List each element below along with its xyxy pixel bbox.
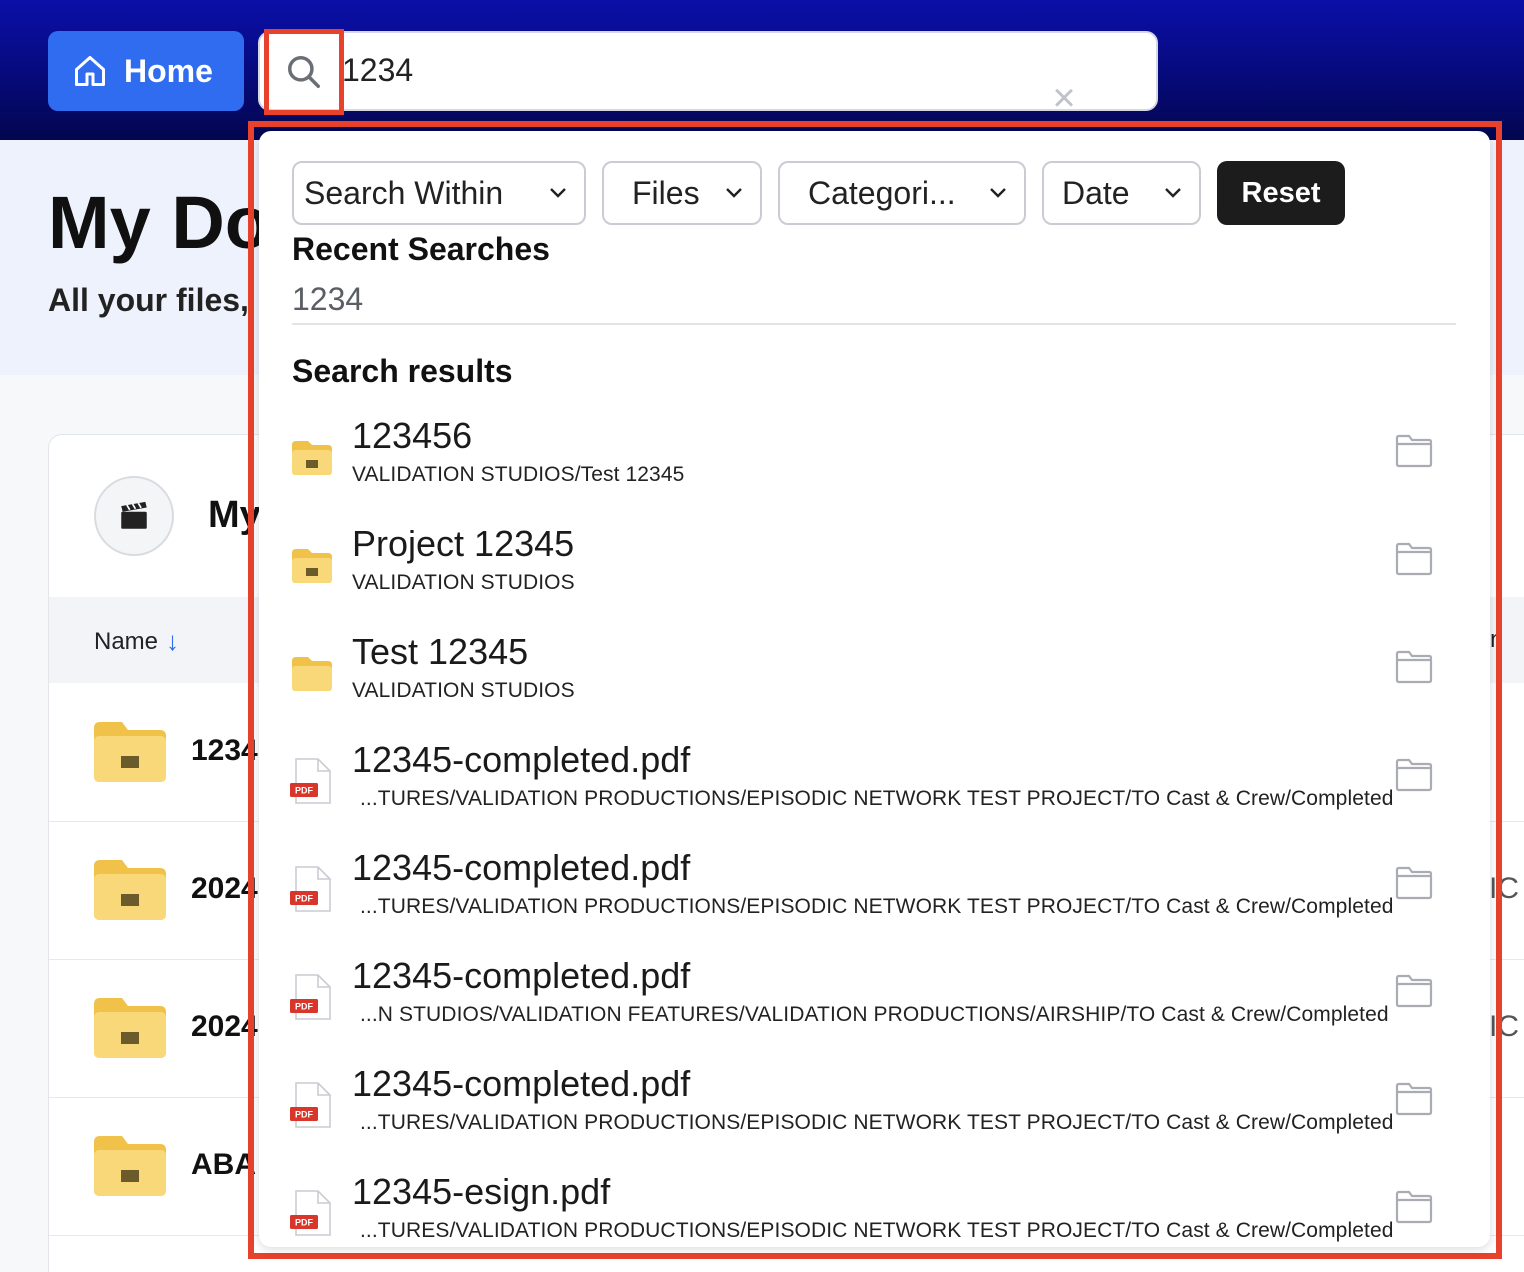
search-result-item[interactable]: Test 12345 VALIDATION STUDIOS — [284, 631, 1464, 739]
recent-searches-heading: Recent Searches — [292, 231, 550, 267]
clapperboard-icon — [121, 501, 147, 529]
folder-icon — [94, 1136, 166, 1201]
name-column-label: Name — [94, 627, 159, 655]
clear-search-icon[interactable]: × — [1046, 78, 1082, 118]
open-folder-icon[interactable] — [1394, 433, 1434, 469]
folder-icon — [94, 722, 166, 787]
open-folder-icon[interactable] — [1394, 757, 1434, 793]
sort-down-icon[interactable]: ↓ — [166, 626, 179, 657]
result-name: 12345-completed.pdf — [352, 847, 691, 888]
chevron-down-icon — [726, 188, 742, 198]
result-name: 12345-completed.pdf — [352, 1063, 691, 1104]
open-folder-icon[interactable] — [1394, 865, 1434, 901]
result-name: 12345-completed.pdf — [352, 955, 691, 996]
row-name: ABA — [191, 1148, 256, 1181]
search-result-item[interactable]: 123456 VALIDATION STUDIOS/Test 12345 — [284, 415, 1464, 523]
chevron-down-icon — [990, 188, 1006, 198]
search-dropdown: Search Within Files Categori... Date Res… — [259, 131, 1490, 1247]
filter-search-within[interactable]: Search Within — [292, 161, 586, 225]
chevron-down-icon — [1165, 188, 1181, 198]
open-folder-icon[interactable] — [1394, 541, 1434, 577]
result-name: Test 12345 — [352, 631, 529, 672]
pdf-badge: PDF — [295, 1218, 314, 1228]
name-column-header[interactable]: Name ↓ — [94, 626, 179, 657]
chevron-down-icon — [550, 188, 566, 198]
filter-label: Categori... — [808, 174, 956, 211]
pdf-file-icon: PDF — [290, 866, 331, 912]
result-path: ...N STUDIOS/VALIDATION FEATURES/VALIDAT… — [360, 1003, 1389, 1026]
filter-label: Date — [1062, 174, 1130, 211]
pdf-file-icon: PDF — [290, 1190, 331, 1236]
folder-icon — [292, 657, 332, 691]
search-icon — [288, 56, 320, 88]
search-result-item[interactable]: PDF 12345-esign.pdf ...TURES/VALIDATION … — [284, 1171, 1464, 1247]
folder-clapper-icon — [292, 441, 332, 475]
pdf-badge: PDF — [295, 1110, 314, 1120]
folder-icon — [94, 860, 166, 925]
result-name: Project 12345 — [352, 523, 575, 564]
result-path: VALIDATION STUDIOS/Test 12345 — [352, 463, 685, 486]
pdf-badge: PDF — [295, 786, 314, 796]
folder-clapper-icon — [292, 549, 332, 583]
search-result-item[interactable]: Project 12345 VALIDATION STUDIOS — [284, 523, 1464, 631]
folder-icon — [94, 998, 166, 1063]
divider — [292, 323, 1456, 325]
filter-files[interactable]: Files — [602, 161, 762, 225]
result-path: ...TURES/VALIDATION PRODUCTIONS/EPISODIC… — [360, 787, 1394, 810]
page-title: My Do — [48, 181, 270, 264]
filter-label: Search Within — [304, 174, 504, 211]
result-path: ...TURES/VALIDATION PRODUCTIONS/EPISODIC… — [360, 1219, 1394, 1242]
result-name: 12345-esign.pdf — [352, 1171, 611, 1212]
search-result-item[interactable]: PDF 12345-completed.pdf ...TURES/VALIDAT… — [284, 1063, 1464, 1171]
search-input[interactable] — [342, 46, 1042, 94]
card-avatar — [94, 476, 174, 556]
pdf-file-icon: PDF — [290, 758, 331, 804]
result-path: ...TURES/VALIDATION PRODUCTIONS/EPISODIC… — [360, 1111, 1394, 1134]
filter-label: Files — [632, 174, 700, 211]
open-folder-icon[interactable] — [1394, 649, 1434, 685]
pdf-file-icon: PDF — [290, 974, 331, 1020]
result-name: 123456 — [352, 415, 473, 456]
search-icon-highlight[interactable] — [264, 29, 344, 115]
home-icon — [75, 56, 105, 86]
search-result-item[interactable]: PDF 12345-completed.pdf ...N STUDIOS/VAL… — [284, 955, 1464, 1063]
recent-search-item[interactable]: 1234 — [292, 281, 363, 318]
pdf-badge: PDF — [295, 1002, 314, 1012]
search-result-item[interactable]: PDF 12345-completed.pdf ...TURES/VALIDAT… — [284, 847, 1464, 955]
page-subtitle: All your files, — [48, 282, 249, 318]
filter-categories[interactable]: Categori... — [778, 161, 1026, 225]
pdf-file-icon: PDF — [290, 1082, 331, 1128]
open-folder-icon[interactable] — [1394, 1189, 1434, 1225]
result-path: ...TURES/VALIDATION PRODUCTIONS/EPISODIC… — [360, 895, 1394, 918]
open-folder-icon[interactable] — [1394, 973, 1434, 1009]
result-name: 12345-completed.pdf — [352, 739, 691, 780]
result-path: VALIDATION STUDIOS — [352, 679, 575, 702]
reset-button[interactable]: Reset — [1217, 161, 1345, 225]
filter-date[interactable]: Date — [1042, 161, 1201, 225]
pdf-badge: PDF — [295, 894, 314, 904]
open-folder-icon[interactable] — [1394, 1081, 1434, 1117]
home-button-label: Home — [124, 52, 213, 89]
home-button[interactable]: Home — [48, 31, 244, 111]
search-results-heading: Search results — [292, 353, 513, 389]
search-result-item[interactable]: PDF 12345-completed.pdf ...TURES/VALIDAT… — [284, 739, 1464, 847]
result-path: VALIDATION STUDIOS — [352, 571, 575, 594]
